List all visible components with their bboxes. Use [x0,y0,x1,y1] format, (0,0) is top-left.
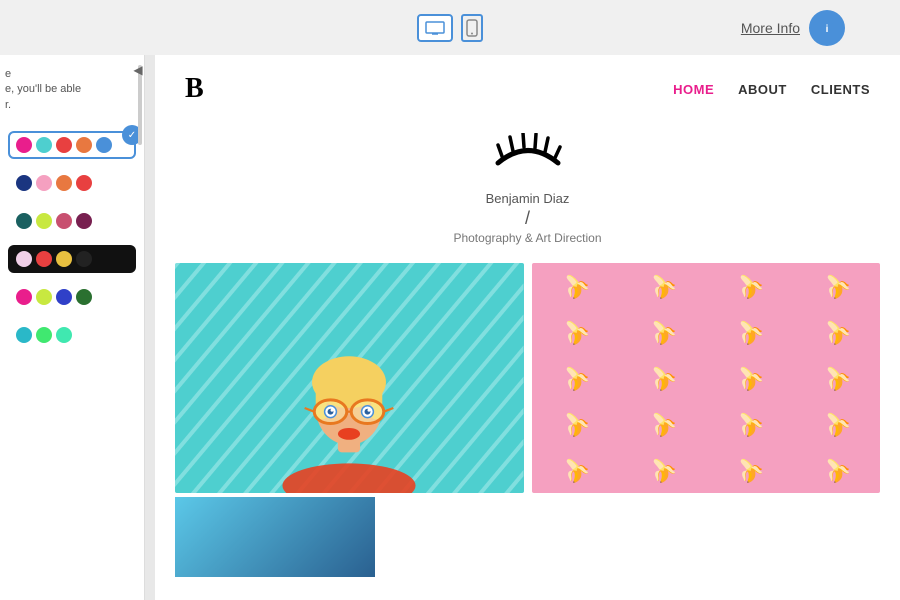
face-image [175,263,524,493]
more-info-link[interactable]: More Info [741,20,800,36]
color-swatch [16,251,32,267]
color-swatch [16,327,32,343]
color-swatch [36,327,52,343]
nav-link-about[interactable]: ABOUT [738,82,787,97]
color-swatch [76,251,92,267]
sidebar-line-2: e, you'll be able [5,82,129,97]
mobile-view-button[interactable] [461,14,483,42]
device-toggle [417,14,483,42]
color-swatch [56,137,72,153]
info-icon: i [819,20,835,36]
color-palettes: ✓ [0,123,144,357]
palette-row[interactable] [8,169,136,197]
sidebar-scrollbar[interactable] [138,65,142,600]
color-swatch [56,175,72,191]
website-nav: B HOME ABOUT CLIENTS [155,55,900,123]
color-swatch [36,289,52,305]
eyelash-icon [488,133,568,183]
person-silhouette [192,286,506,493]
hero-section: Benjamin Diaz / Photography & Art Direct… [155,123,900,263]
collapse-icon: ◀ [133,63,142,77]
monitor-icon [425,21,445,35]
top-bar: More Info i [0,0,900,55]
image-cell-bananas: 🍌 🍌 🍌 🍌 🍌 🍌 🍌 🍌 🍌 🍌 🍌 🍌 🍌 🍌 🍌 🍌 🍌 🍌 🍌 [532,263,881,493]
color-swatch [36,175,52,191]
hero-name: Benjamin Diaz [486,191,570,206]
image-cell-face [175,263,524,493]
sidebar-collapse-button[interactable]: ◀ [128,60,148,80]
color-swatch [16,137,32,153]
bottom-image [175,497,375,577]
more-info-button[interactable]: i [809,10,845,46]
palette-row[interactable] [8,245,136,273]
color-swatch [76,137,92,153]
color-swatch [16,213,32,229]
color-swatch [16,289,32,305]
nav-link-clients[interactable]: CLIENTS [811,82,870,97]
hero-subtitle: Photography & Art Direction [453,231,601,245]
color-swatch [36,137,52,153]
sidebar-text: e e, you'll be able r. [0,55,144,113]
color-swatch [56,251,72,267]
sidebar-line-3: r. [5,98,129,113]
phone-icon [466,19,478,37]
sidebar-line-1: e [5,67,129,82]
color-swatch [76,175,92,191]
desktop-view-button[interactable] [417,14,453,42]
color-swatch [76,213,92,229]
color-swatch [56,327,72,343]
color-swatch [36,251,52,267]
banana-image: 🍌 🍌 🍌 🍌 🍌 🍌 🍌 🍌 🍌 🍌 🍌 🍌 🍌 🍌 🍌 🍌 🍌 🍌 🍌 [532,263,881,493]
palette-row[interactable] [8,321,136,349]
palette-row[interactable] [8,207,136,235]
nav-links: HOME ABOUT CLIENTS [673,82,870,97]
color-swatch [96,137,112,153]
color-swatch [56,213,72,229]
nav-link-home[interactable]: HOME [673,82,714,97]
color-swatch [36,213,52,229]
svg-text:i: i [826,24,829,35]
color-swatch [56,289,72,305]
website-logo: B [185,73,204,105]
image-grid: 🍌 🍌 🍌 🍌 🍌 🍌 🍌 🍌 🍌 🍌 🍌 🍌 🍌 🍌 🍌 🍌 🍌 🍌 🍌 [155,263,900,493]
color-swatch [16,175,32,191]
hero-divider: / [525,208,530,229]
main-preview: B HOME ABOUT CLIENTS Benjamin Diaz / Pho… [155,55,900,600]
color-swatch [76,289,92,305]
palette-row[interactable] [8,283,136,311]
sidebar: e e, you'll be able r. ✓ [0,55,145,600]
palette-row[interactable]: ✓ [8,131,136,159]
